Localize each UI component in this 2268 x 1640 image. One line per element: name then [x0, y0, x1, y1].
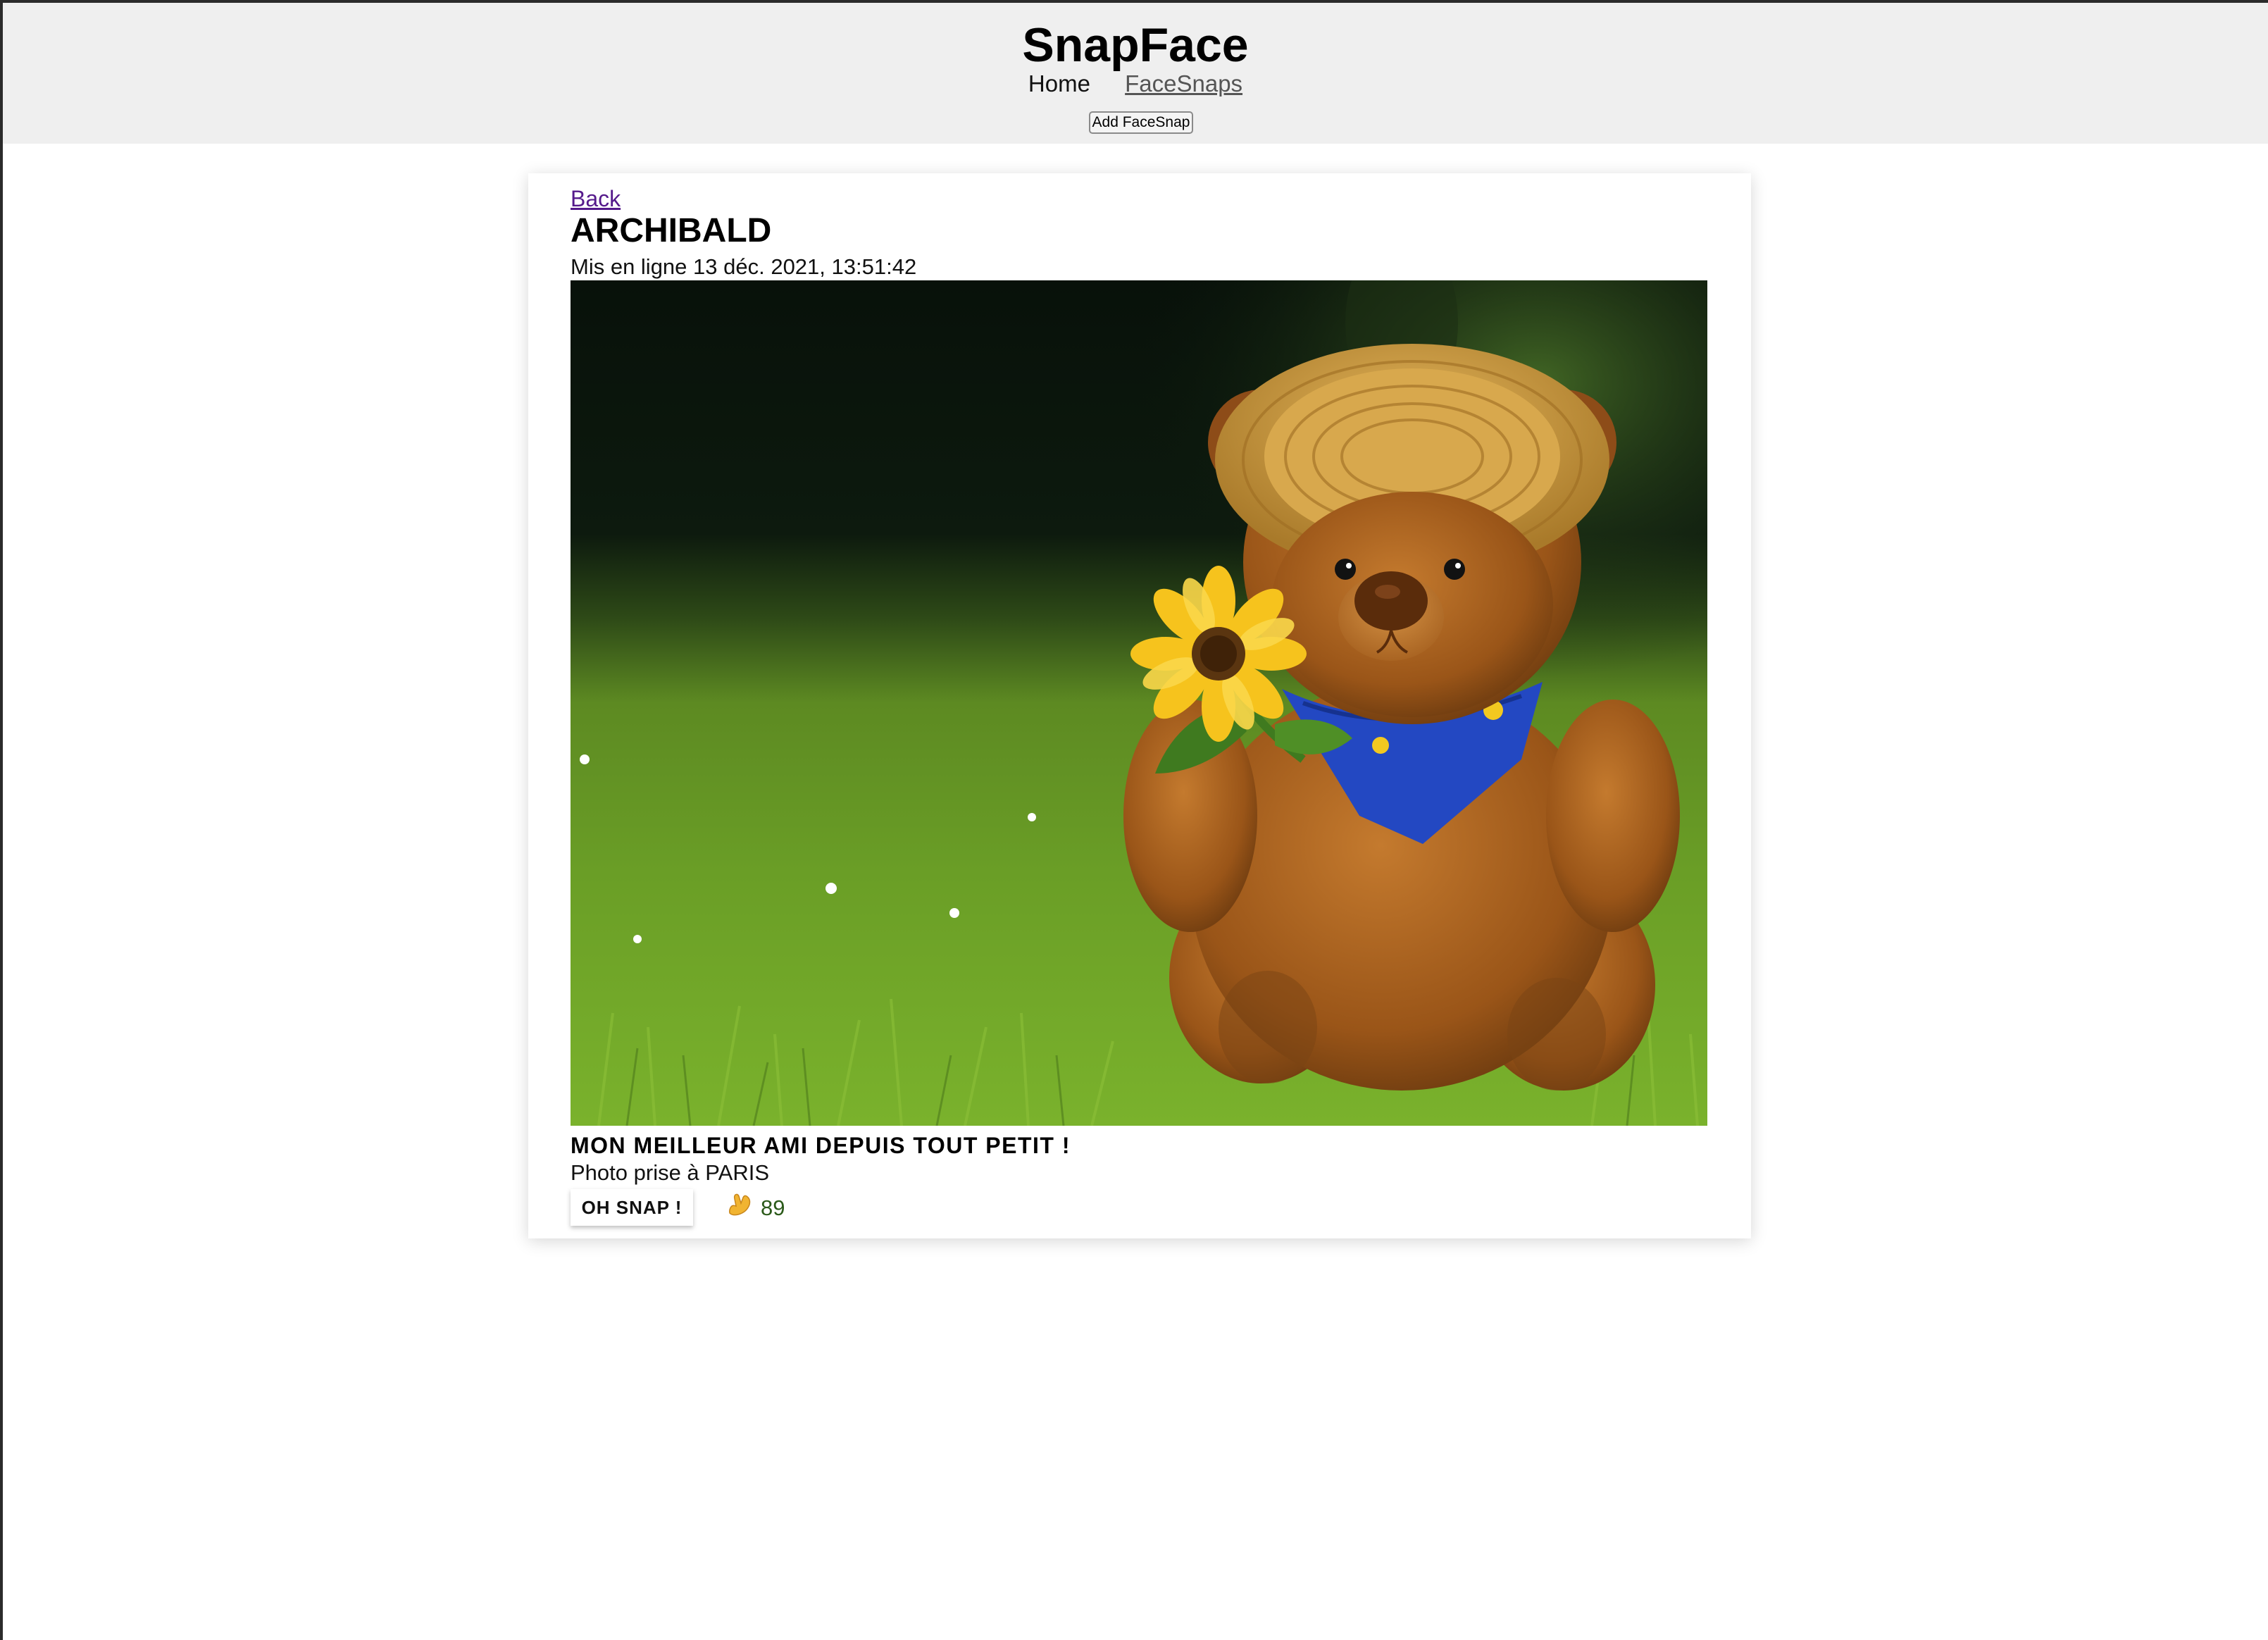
- app-header: SnapFace Home FaceSnaps Add FaceSnap: [3, 3, 2268, 144]
- nav-link-facesnaps[interactable]: FaceSnaps: [1125, 68, 1242, 100]
- snap-date: Mis en ligne 13 déc. 2021, 13:51:42: [571, 254, 917, 279]
- snap-title: ARCHIBALD: [571, 212, 772, 249]
- snap-count: 89: [761, 1195, 785, 1221]
- snap-description: MON MEILLEUR AMI DEPUIS TOUT PETIT !: [571, 1133, 1071, 1158]
- oh-snap-button[interactable]: OH SNAP !: [571, 1189, 693, 1226]
- snap-hand-icon: [725, 1191, 754, 1229]
- snap-count-group: 89: [725, 1191, 785, 1224]
- window-frame-left: [0, 0, 3, 1640]
- main-nav: Home FaceSnaps: [3, 68, 2268, 100]
- nav-link-home[interactable]: Home: [1028, 68, 1090, 100]
- teddy-bear-photo: [571, 280, 1707, 1126]
- add-facesnap-button[interactable]: Add FaceSnap: [1089, 111, 1193, 134]
- app-title: SnapFace: [1022, 18, 1249, 72]
- facesnap-card: Back ARCHIBALD Mis en ligne 13 déc. 2021…: [528, 173, 1751, 1238]
- snap-location: Photo prise à PARIS: [571, 1160, 770, 1185]
- back-link[interactable]: Back: [571, 185, 621, 213]
